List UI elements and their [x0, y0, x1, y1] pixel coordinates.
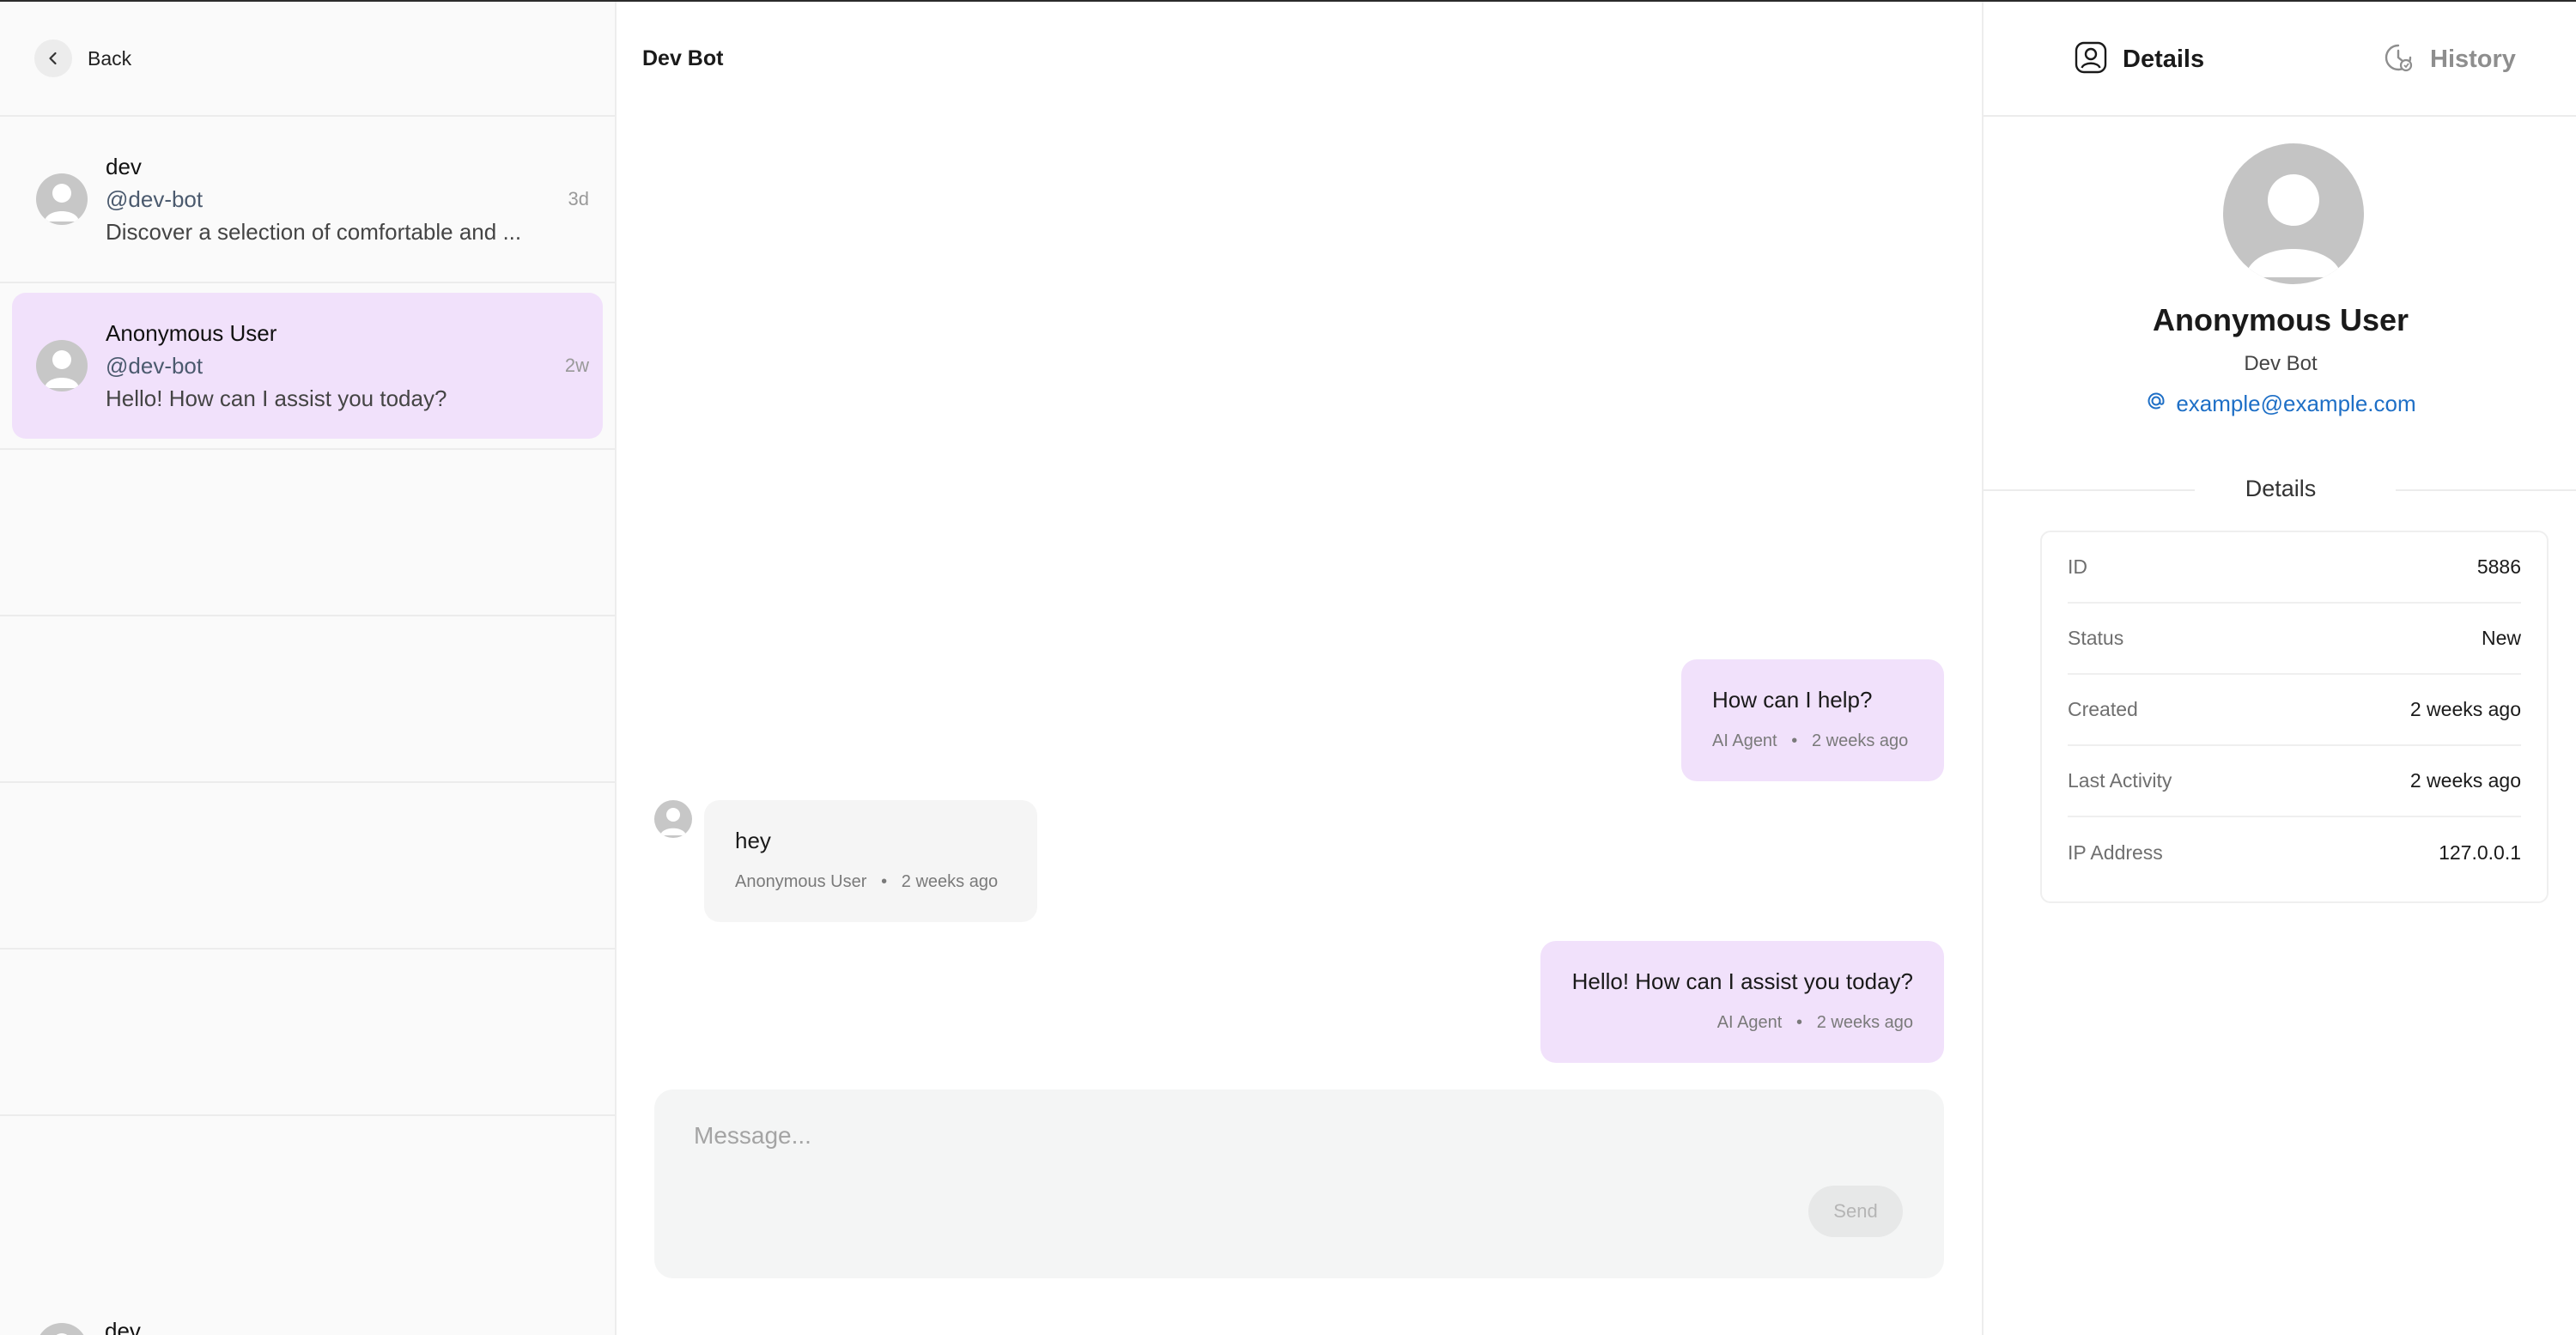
- message-sender: AI Agent: [1716, 1013, 1783, 1032]
- avatar: [36, 1323, 88, 1335]
- conversation-item-empty: [0, 450, 615, 616]
- message-meta: AI Agent • 2 weeks ago: [1717, 1013, 1913, 1033]
- detail-row: IP Address 127.0.0.1: [2068, 817, 2521, 889]
- conversation-item-body: dev @dev-bot Discover a selection of com…: [12, 126, 603, 272]
- user-circle-icon: [2075, 41, 2107, 78]
- detail-label: Last Activity: [2068, 769, 2172, 792]
- message-bubble-user: hey Anonymous User • 2 weeks ago: [704, 800, 1037, 922]
- tab-label: Details: [2123, 46, 2205, 73]
- back-label: Back: [88, 46, 132, 70]
- conversation-time: 2w: [564, 355, 589, 376]
- profile-email-link[interactable]: example@example.com: [1984, 390, 2576, 418]
- details-heading: Details: [2245, 476, 2317, 501]
- detail-value: 127.0.0.1: [2439, 841, 2521, 864]
- conversation-sidebar: Back dev @dev-bot Discover a selection o…: [0, 2, 617, 1335]
- send-button[interactable]: Send: [1808, 1186, 1903, 1237]
- conversation-name: dev: [105, 1318, 141, 1335]
- detail-value: 2 weeks ago: [2409, 698, 2521, 720]
- conversation-item-body: Anonymous User @dev-bot Hello! How can I…: [12, 293, 603, 439]
- conversation-preview: Hello! How can I assist you today?: [106, 385, 447, 411]
- conversation-handle: @dev-bot: [106, 353, 204, 379]
- meta-separator: •: [1786, 1013, 1813, 1032]
- chevron-left-icon: [34, 39, 72, 77]
- conversation-item-empty: [0, 616, 615, 783]
- message-meta: AI Agent • 2 weeks ago: [1712, 731, 1908, 751]
- detail-value: New: [2481, 627, 2521, 649]
- meta-separator: •: [1782, 731, 1807, 750]
- chat-title: Dev Bot: [642, 46, 724, 70]
- conversation-time: 3d: [568, 188, 589, 209]
- message-text: How can I help?: [1712, 687, 1873, 713]
- conversation-name: dev: [106, 154, 142, 179]
- detail-row: ID 5886: [2068, 532, 2521, 604]
- panel-tabs: Details History: [1984, 2, 2576, 117]
- message-text: Hello! How can I assist you today?: [1571, 968, 1913, 994]
- message-bubble-agent: How can I help? AI Agent • 2 weeks ago: [1681, 659, 1944, 781]
- message-time: 2 weeks ago: [901, 872, 999, 891]
- sidebar-header: Back: [0, 2, 615, 117]
- detail-row: Last Activity 2 weeks ago: [2068, 746, 2521, 817]
- at-sign-icon: [2145, 390, 2167, 418]
- chat-panel: Dev Bot How can I help? AI Agent • 2 wee…: [618, 2, 1982, 1335]
- detail-value: 2 weeks ago: [2409, 769, 2521, 792]
- tab-details[interactable]: Details: [2075, 41, 2204, 78]
- avatar: [36, 173, 88, 225]
- profile-avatar: [2223, 143, 2364, 284]
- detail-value: 5886: [2476, 555, 2521, 578]
- conversation-item-empty: [0, 950, 615, 1116]
- message-time: 2 weeks ago: [1811, 731, 1909, 750]
- profile-subtitle: Dev Bot: [2244, 352, 2318, 375]
- conversation-item-partial[interactable]: dev: [0, 1282, 615, 1335]
- conversation-item[interactable]: dev @dev-bot Discover a selection of com…: [0, 117, 615, 283]
- detail-label: Status: [2068, 627, 2124, 649]
- message-bubble-agent: Hello! How can I assist you today? AI Ag…: [1540, 941, 1944, 1063]
- avatar: [36, 340, 88, 391]
- detail-label: ID: [2068, 555, 2087, 578]
- details-card: ID 5886 Status New Created 2 weeks ago L…: [2040, 531, 2549, 903]
- detail-label: Created: [2068, 698, 2138, 720]
- profile-name: Anonymous User: [2152, 302, 2409, 337]
- message-meta: Anonymous User • 2 weeks ago: [735, 872, 998, 892]
- conversation-item-empty: [0, 783, 615, 950]
- details-divider: Details: [1984, 472, 2576, 507]
- message-text: hey: [735, 828, 771, 853]
- conversation-item-active[interactable]: Anonymous User @dev-bot Hello! How can I…: [0, 283, 615, 450]
- avatar: [654, 800, 692, 838]
- message-sender: AI Agent: [1712, 731, 1777, 750]
- tab-label: History: [2430, 46, 2516, 73]
- profile-email: example@example.com: [2176, 391, 2416, 416]
- conversation-preview: Discover a selection of comfortable and …: [106, 219, 522, 245]
- conversation-handle: @dev-bot: [106, 186, 204, 212]
- tab-history[interactable]: History: [2382, 41, 2516, 78]
- detail-label: IP Address: [2068, 841, 2163, 864]
- back-button[interactable]: Back: [34, 39, 131, 77]
- message-time: 2 weeks ago: [1816, 1013, 1913, 1032]
- clock-icon: [2382, 41, 2415, 78]
- detail-row: Status New: [2068, 604, 2521, 675]
- conversation-name: Anonymous User: [106, 320, 277, 346]
- detail-row: Created 2 weeks ago: [2068, 675, 2521, 746]
- message-input[interactable]: [694, 1122, 1724, 1150]
- meta-separator: •: [871, 872, 897, 891]
- details-panel: Details History Anonymous User Dev Bot e…: [1982, 2, 2576, 1335]
- message-composer: Send: [654, 1089, 1944, 1278]
- message-sender: Anonymous User: [735, 872, 867, 891]
